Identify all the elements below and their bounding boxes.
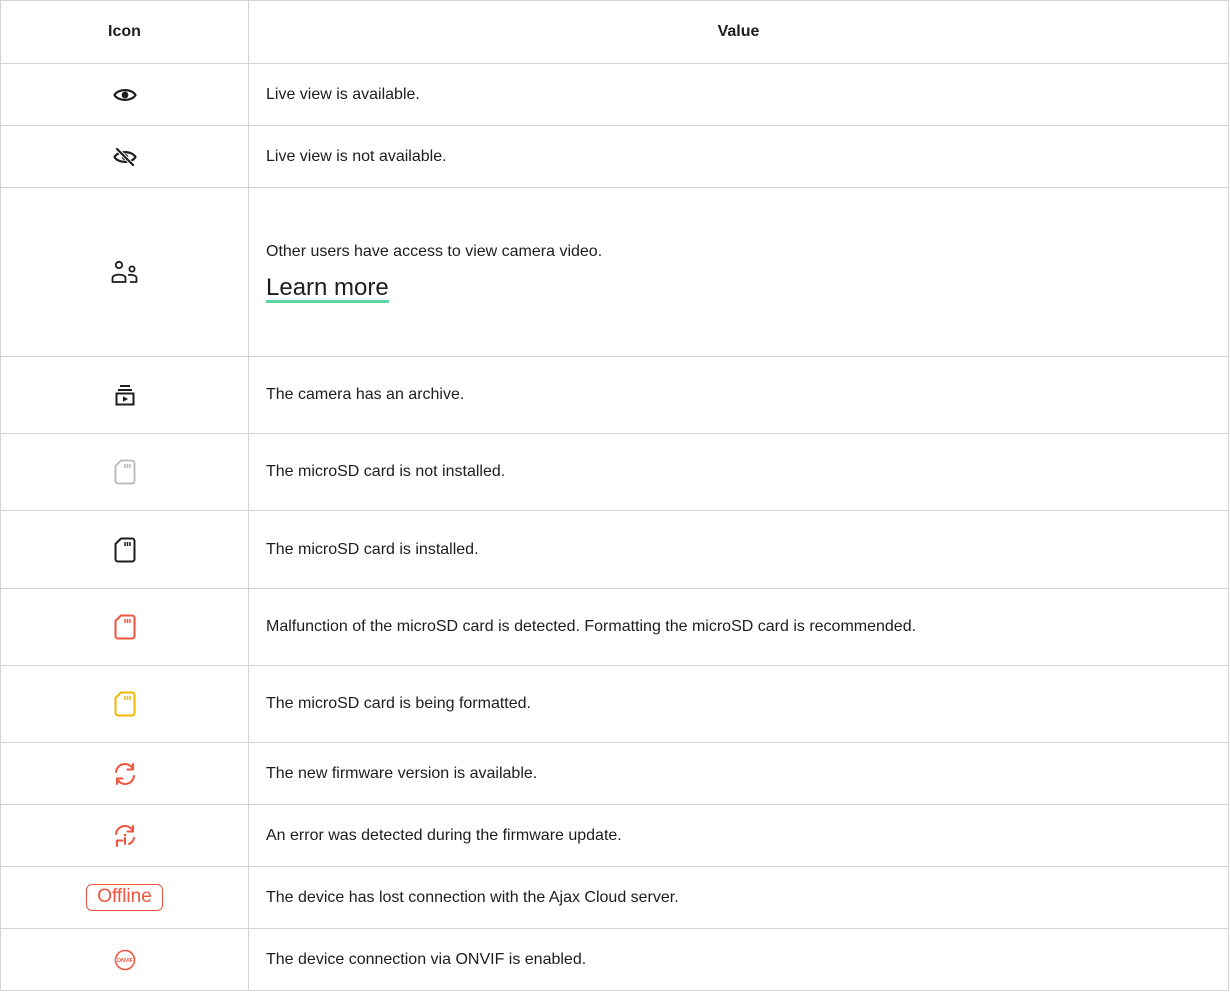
eye-icon xyxy=(109,79,141,111)
users-shared-icon xyxy=(109,256,141,288)
row-value: The device connection via ONVIF is enabl… xyxy=(248,928,1229,991)
microsd-formatting-icon xyxy=(109,688,141,720)
table-row: The microSD card is installed. xyxy=(0,510,1229,589)
row-value: Malfunction of the microSD card is detec… xyxy=(248,588,1229,666)
row-value: Live view is not available. xyxy=(248,125,1229,188)
header-value: Value xyxy=(248,0,1229,64)
table-row: Malfunction of the microSD card is detec… xyxy=(0,588,1229,666)
learn-more-link[interactable]: Learn more xyxy=(266,275,389,303)
row-value: The device has lost connection with the … xyxy=(248,866,1229,929)
onvif-label: ONVIF xyxy=(117,958,133,964)
table-row: The camera has an archive. xyxy=(0,356,1229,434)
offline-badge: Offline xyxy=(86,884,163,911)
firmware-error-icon xyxy=(109,820,141,852)
microsd-not-installed-icon xyxy=(109,456,141,488)
onvif-icon: ONVIF xyxy=(109,944,141,976)
table-row: ONVIF The device connection via ONVIF is… xyxy=(0,928,1229,991)
table-row: Live view is not available. xyxy=(0,125,1229,188)
row-value: An error was detected during the firmwar… xyxy=(248,804,1229,867)
table-header-row: Icon Value xyxy=(0,0,1229,64)
table-row: An error was detected during the firmwar… xyxy=(0,804,1229,867)
table-row: The new firmware version is available. xyxy=(0,742,1229,805)
table-row: The microSD card is not installed. xyxy=(0,433,1229,511)
archive-icon xyxy=(109,379,141,411)
table-row: Other users have access to view camera v… xyxy=(0,187,1229,357)
row-value: The new firmware version is available. xyxy=(248,742,1229,805)
eye-off-icon xyxy=(109,141,141,173)
microsd-installed-icon xyxy=(109,534,141,566)
row-value: The microSD card is installed. xyxy=(248,510,1229,589)
table-row: Live view is available. xyxy=(0,63,1229,126)
table-row: The microSD card is being formatted. xyxy=(0,665,1229,743)
table-row: Offline The device has lost connection w… xyxy=(0,866,1229,929)
row-value: The camera has an archive. xyxy=(248,356,1229,434)
icons-table: Icon Value Live view is available. Live … xyxy=(0,0,1229,991)
header-icon: Icon xyxy=(0,0,249,64)
row-value: Live view is available. xyxy=(248,63,1229,126)
row-value: The microSD card is not installed. xyxy=(248,433,1229,511)
firmware-update-icon xyxy=(109,758,141,790)
row-value: Other users have access to view camera v… xyxy=(266,242,603,260)
row-value: The microSD card is being formatted. xyxy=(248,665,1229,743)
microsd-malfunction-icon xyxy=(109,611,141,643)
